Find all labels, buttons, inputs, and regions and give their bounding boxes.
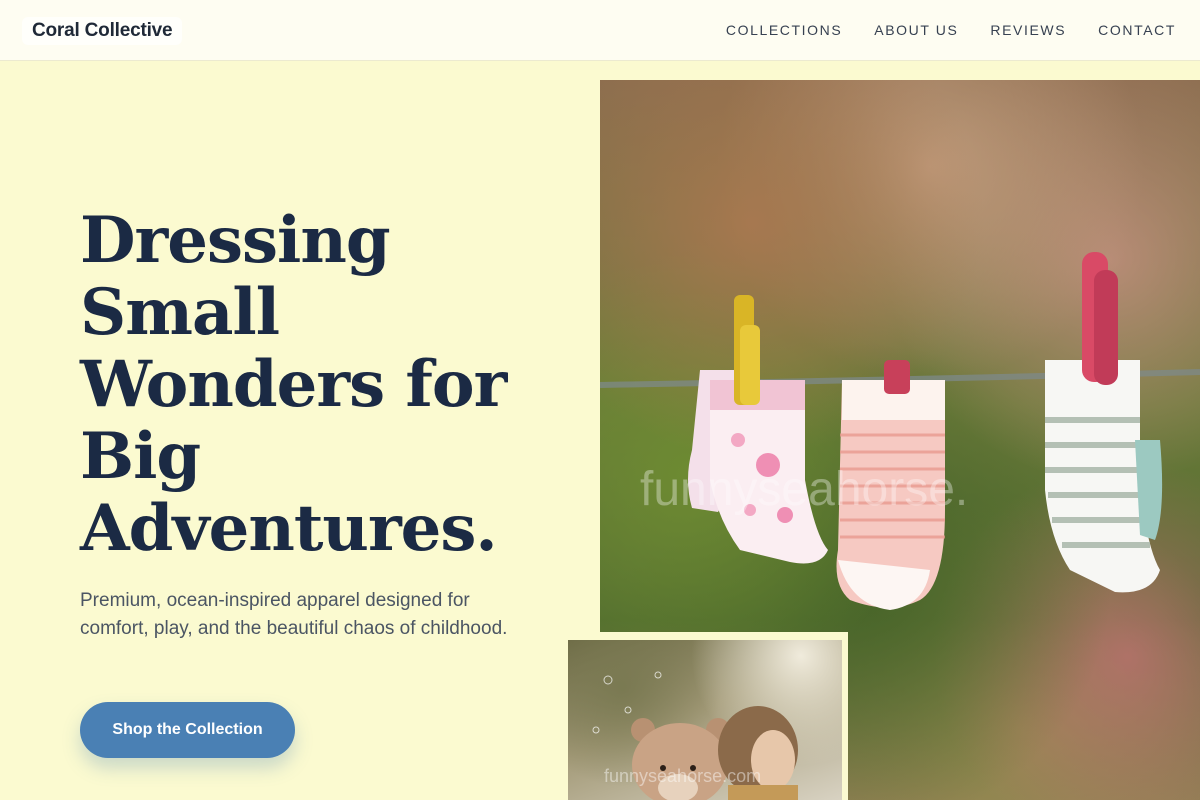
shop-collection-button[interactable]: Shop the Collection — [80, 702, 295, 758]
teddy-illustration: funnyseahorse.com — [592, 671, 798, 800]
nav-link-reviews[interactable]: REVIEWS — [990, 20, 1066, 40]
nav-link-collections[interactable]: COLLECTIONS — [726, 20, 842, 40]
brand-logo[interactable]: Coral Collective — [22, 17, 183, 45]
top-navbar: Coral Collective COLLECTIONS ABOUT US RE… — [0, 0, 1200, 61]
inset-watermark-text: funnyseahorse.com — [604, 766, 761, 786]
main-nav: COLLECTIONS ABOUT US REVIEWS CONTACT — [726, 20, 1176, 40]
nav-link-contact[interactable]: CONTACT — [1098, 20, 1176, 40]
hero-title: Dressing Small Wonders for Big Adventure… — [80, 203, 507, 566]
watermark-text: funnyseahorse. — [640, 463, 968, 516]
inset-photo-frame: funnyseahorse.com — [562, 632, 848, 800]
nav-link-about-us[interactable]: ABOUT US — [874, 20, 958, 40]
hero-subtitle: Premium, ocean-inspired apparel designed… — [80, 590, 508, 639]
inset-photo-teddy-and-child: funnyseahorse.com — [568, 640, 842, 800]
